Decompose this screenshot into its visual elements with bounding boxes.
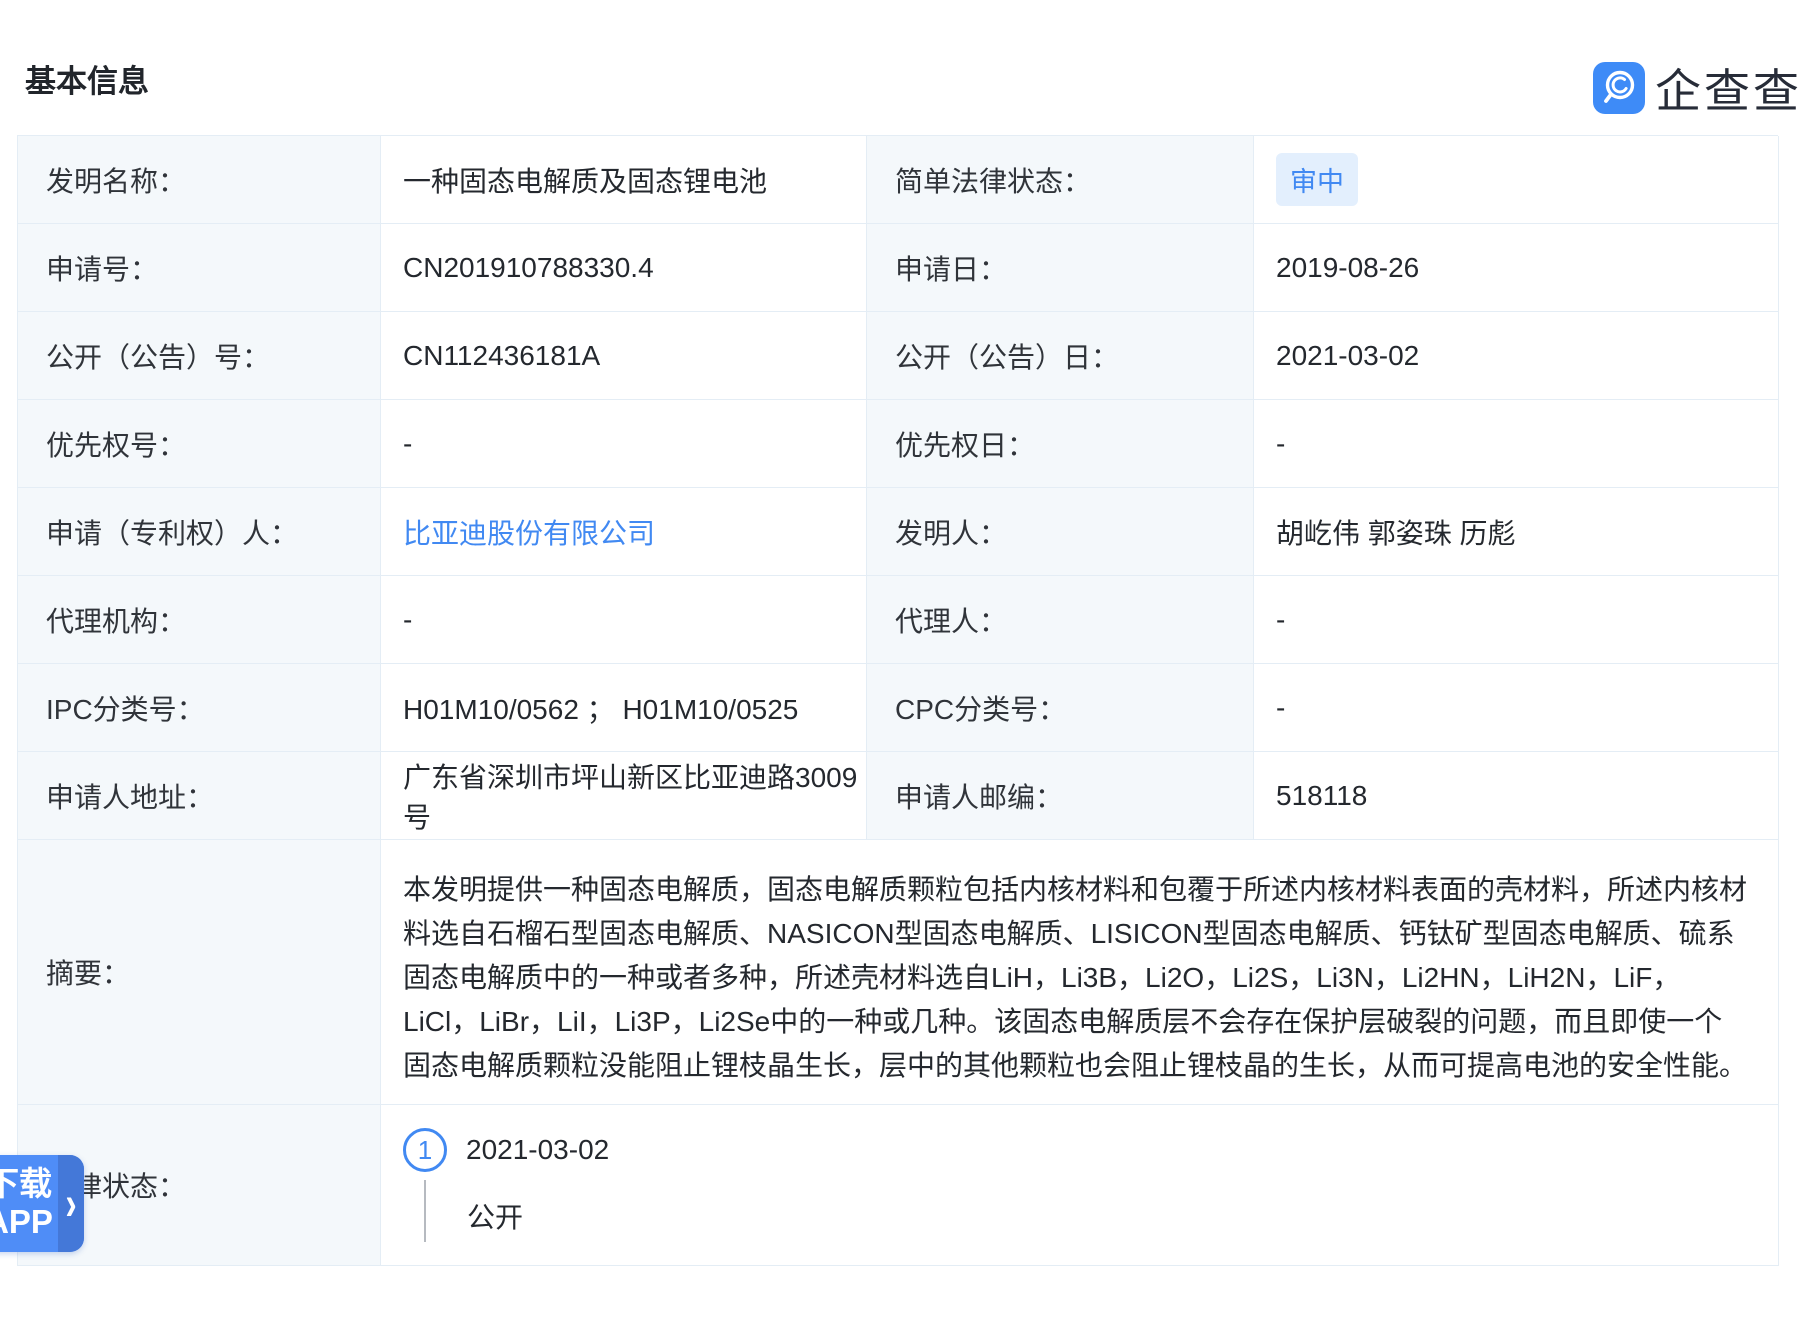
cpc-value: - [1254,664,1779,752]
priority-number-value: - [381,400,867,488]
status-badge: 审中 [1276,153,1358,206]
applicant-address-value: 广东省深圳市坪山新区比亚迪路3009号 [381,752,867,840]
applicant-company-link[interactable]: 比亚迪股份有限公司 [403,512,655,552]
applicant-zip-value: 518118 [1254,752,1779,840]
application-number-value: CN201910788330.4 [381,224,867,312]
publication-date-value: 2021-03-02 [1254,312,1779,400]
download-app-line1: 下载 [0,1165,58,1203]
timeline-index-badge: 1 [403,1128,447,1172]
priority-date-value: - [1254,400,1779,488]
application-number-label: 申请号： [18,224,381,312]
agent-label: 代理人： [867,576,1254,664]
chevron-right-icon: › [65,1180,76,1228]
timeline-entry-head: 1 2021-03-02 [403,1128,1778,1172]
applicant-zip-label: 申请人邮编： [867,752,1254,840]
download-app-expand-strip[interactable]: › [58,1155,84,1252]
publication-number-label: 公开（公告）号： [18,312,381,400]
applicant-address-label: 申请人地址： [18,752,381,840]
qichacha-logo-icon [1593,62,1645,114]
page-header: 基本信息 企查查 [0,0,1812,135]
applicant-cell: 比亚迪股份有限公司 [381,488,867,576]
invention-name-value: 一种固态电解质及固态锂电池 [381,136,867,224]
timeline-entry-body: 公开 [424,1172,1778,1242]
qichacha-brand[interactable]: 企查查 [1593,55,1802,121]
timeline-date: 2021-03-02 [466,1134,609,1166]
basic-info-table: 发明名称： 一种固态电解质及固态锂电池 简单法律状态： 审中 申请号： CN20… [17,135,1778,1266]
timeline-connector-line [424,1180,426,1242]
agency-label: 代理机构： [18,576,381,664]
download-app-button[interactable]: 下载 APP › [0,1155,84,1252]
abstract-value: 本发明提供一种固态电解质，固态电解质颗粒包括内核材料和包覆于所述内核材料表面的壳… [381,840,1779,1105]
timeline-status: 公开 [467,1196,523,1242]
invention-name-label: 发明名称： [18,136,381,224]
abstract-label: 摘要： [18,840,381,1105]
ipc-label: IPC分类号： [18,664,381,752]
publication-date-label: 公开（公告）日： [867,312,1254,400]
simple-legal-status-cell: 审中 [1254,136,1779,224]
application-date-label: 申请日： [867,224,1254,312]
publication-number-value: CN112436181A [381,312,867,400]
applicant-label: 申请（专利权）人： [18,488,381,576]
priority-number-label: 优先权号： [18,400,381,488]
priority-date-label: 优先权日： [867,400,1254,488]
agency-value: - [381,576,867,664]
inventors-value: 胡屹伟 郭姿珠 历彪 [1254,488,1779,576]
application-date-value: 2019-08-26 [1254,224,1779,312]
legal-status-timeline: 1 2021-03-02 公开 [381,1105,1779,1266]
page-title: 基本信息 [25,56,149,101]
inventors-label: 发明人： [867,488,1254,576]
agent-value: - [1254,576,1779,664]
simple-legal-status-label: 简单法律状态： [867,136,1254,224]
qichacha-brand-name: 企查查 [1655,55,1802,121]
download-app-line2: APP [0,1203,58,1241]
cpc-label: CPC分类号： [867,664,1254,752]
download-app-text: 下载 APP [0,1165,58,1241]
ipc-value: H01M10/0562 ； H01M10/0525 [381,664,867,752]
